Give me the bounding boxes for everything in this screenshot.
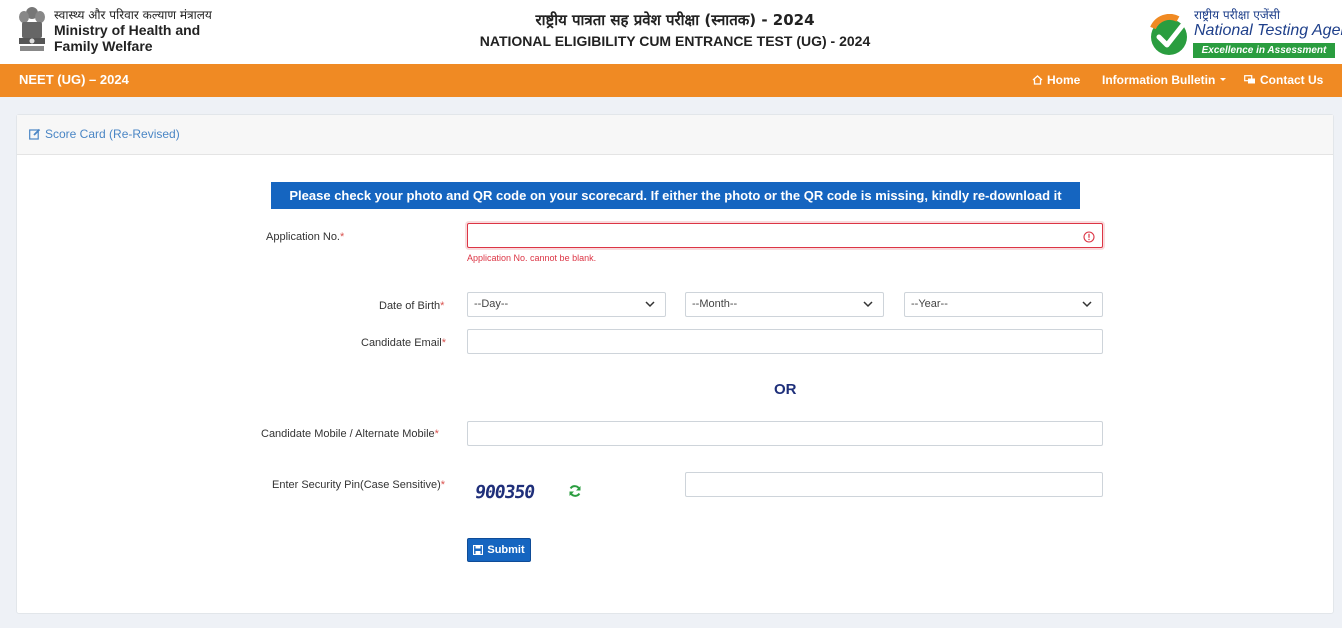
exam-title-hindi: राष्ट्रीय पात्रता सह प्रवेश परीक्षा (स्न… (535, 11, 815, 29)
required-mark: * (440, 300, 445, 312)
application-no-label: Application No.* (266, 231, 344, 243)
error-icon (1083, 231, 1095, 243)
required-mark: * (441, 337, 446, 349)
save-icon (473, 545, 484, 555)
exam-title: राष्ट्रीय पात्रता सह प्रवेश परीक्षा (स्न… (420, 10, 930, 52)
ministry-name-hindi: स्वास्थ्य और परिवार कल्याण मंत्रालय (54, 8, 212, 22)
chevron-down-icon (645, 301, 655, 308)
captcha-text: 900350 (473, 482, 536, 503)
dob-year-select[interactable]: --Year-- (904, 292, 1103, 317)
national-emblem-logo (19, 7, 45, 51)
photo-qr-notice: Please check your photo and QR code on y… (271, 182, 1080, 209)
card-header: Score Card (Re-Revised) (17, 115, 1333, 155)
ministry-name-english-line2: Family Welfare (54, 38, 153, 54)
nav-home-link[interactable]: Home (1032, 73, 1080, 87)
dob-year-value: --Year-- (911, 298, 948, 310)
edit-icon (29, 128, 41, 140)
exam-title-english: NATIONAL ELIGIBILITY CUM ENTRANCE TEST (… (479, 33, 871, 49)
scorecard-form-card: Score Card (Re-Revised) Please check you… (16, 114, 1334, 614)
dob-month-select[interactable]: --Month-- (685, 292, 884, 317)
nta-check-logo-icon (1150, 14, 1187, 55)
card-title: Score Card (Re-Revised) (29, 127, 180, 141)
mobile-label: Candidate Mobile / Alternate Mobile* (261, 428, 439, 440)
site-header: स्वास्थ्य और परिवार कल्याण मंत्रालय Mini… (0, 0, 1342, 64)
caret-down-icon (1220, 78, 1227, 81)
nav-information-bulletin-label: Information Bulletin (1102, 73, 1216, 87)
ministry-name: स्वास्थ्य और परिवार कल्याण मंत्रालय Mini… (54, 8, 212, 54)
navbar-brand[interactable]: NEET (UG) – 2024 (19, 72, 129, 87)
required-mark: * (440, 479, 446, 491)
mobile-label-text: Candidate Mobile / Alternate Mobile (261, 428, 435, 440)
chevron-down-icon (1082, 301, 1092, 308)
main-navbar: NEET (UG) – 2024 Home Information Bullet… (0, 64, 1342, 97)
refresh-captcha-icon[interactable] (568, 484, 582, 498)
security-pin-input[interactable] (685, 472, 1103, 497)
chat-icon (1244, 75, 1255, 84)
nav-home-label: Home (1047, 73, 1081, 87)
dob-label: Date of Birth* (379, 300, 444, 312)
security-pin-label: Enter Security Pin(Case Sensitive)* (272, 479, 445, 491)
application-no-label-text: Application No. (266, 231, 340, 243)
agency-name-hindi: राष्ट्रीय परीक्षा एजेंसी (1194, 8, 1281, 22)
dob-day-value: --Day-- (474, 298, 509, 310)
application-no-error: Application No. cannot be blank. (467, 253, 597, 263)
chevron-down-icon (863, 301, 873, 308)
submit-button[interactable]: Submit (467, 538, 531, 562)
candidate-email-input[interactable] (467, 329, 1103, 354)
submit-button-label: Submit (487, 544, 525, 556)
captcha-image: 900350 (471, 472, 561, 512)
email-label: Candidate Email* (361, 337, 446, 349)
required-mark: * (340, 231, 345, 243)
security-pin-label-text: Enter Security Pin(Case Sensitive) (272, 479, 441, 491)
nav-information-bulletin-dropdown[interactable]: Information Bulletin (1102, 73, 1227, 87)
agency-tagline: Excellence in Assessment (1193, 43, 1335, 58)
nav-contact-link[interactable]: Contact Us (1244, 73, 1323, 87)
dob-month-value: --Month-- (692, 298, 738, 310)
dob-label-text: Date of Birth (379, 300, 441, 312)
home-icon (1032, 75, 1043, 85)
card-title-text: Score Card (Re-Revised) (45, 127, 180, 141)
nav-contact-label: Contact Us (1260, 73, 1324, 87)
agency-name-english: National Testing Agency (1194, 22, 1342, 39)
application-no-input[interactable] (467, 223, 1103, 248)
dob-day-select[interactable]: --Day-- (467, 292, 666, 317)
required-mark: * (434, 428, 439, 440)
email-label-text: Candidate Email (361, 337, 442, 349)
candidate-mobile-input[interactable] (467, 421, 1103, 446)
ministry-name-english-line1: Ministry of Health and (54, 22, 201, 38)
or-separator: OR (774, 381, 797, 398)
